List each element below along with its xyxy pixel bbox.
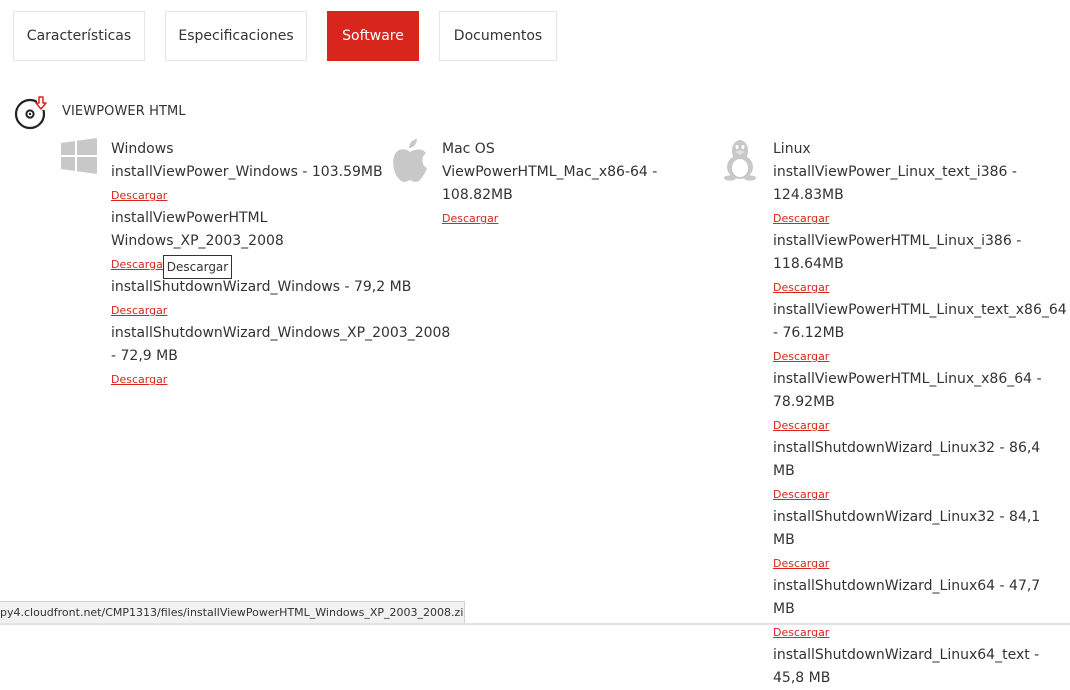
file-name: installViewPowerHTML Windows_XP_2003_200…: [111, 210, 284, 249]
download-link[interactable]: Descargar: [773, 414, 1053, 437]
download-link[interactable]: Descargar: [773, 276, 1053, 299]
download-link[interactable]: Descargar: [773, 207, 1053, 230]
section-title: VIEWPOWER HTML: [62, 104, 186, 119]
tab-software[interactable]: Software: [327, 11, 419, 61]
tooltip: Descargar: [163, 255, 232, 279]
download-link[interactable]: Descargar: [111, 299, 436, 322]
file-name: ViewPowerHTML_Mac_x86-64 - 108.82MB: [442, 164, 658, 203]
download-disc-icon: [14, 96, 47, 130]
linux-downloads: Linux installViewPower_Linux_text_i386 -…: [773, 138, 1067, 690]
download-link[interactable]: Descargar: [442, 207, 667, 230]
windows-downloads: Windows installViewPower_Windows - 103.5…: [111, 138, 451, 391]
os-name-macos: Mac OS: [442, 141, 495, 157]
download-link[interactable]: Descargar: [111, 184, 436, 207]
os-name-linux: Linux: [773, 141, 811, 157]
macos-downloads: Mac OS ViewPowerHTML_Mac_x86-64 - 108.82…: [442, 138, 667, 230]
download-link[interactable]: Descargar: [773, 345, 1053, 368]
tab-especificaciones[interactable]: Especificaciones: [165, 11, 307, 61]
tab-documentos[interactable]: Documentos: [439, 11, 557, 61]
download-link[interactable]: Descargar: [773, 552, 1053, 575]
file-name: installShutdownWizard_Windows - 79,2 MB: [111, 279, 412, 295]
download-link[interactable]: Descargar: [111, 253, 436, 276]
download-link[interactable]: Descargar: [111, 368, 436, 391]
os-name-windows: Windows: [111, 141, 174, 157]
file-name: installViewPower_Linux_text_i386 - 124.8…: [773, 164, 1017, 203]
download-link[interactable]: Descargar: [773, 483, 1053, 506]
file-name: installShutdownWizard_Windows_XP_2003_20…: [111, 325, 451, 364]
file-name: installShutdownWizard_Linux32 - 84,1 MB: [773, 509, 1041, 548]
file-name: installViewPowerHTML_Linux_x86_64 - 78.9…: [773, 371, 1042, 410]
file-name: installShutdownWizard_Linux64_text - 45,…: [773, 647, 1040, 686]
status-bar-url: py4.cloudfront.net/CMP1313/files/install…: [0, 601, 465, 624]
file-name: installViewPowerHTML_Linux_i386 - 118.64…: [773, 233, 1022, 272]
file-name: installViewPowerHTML_Linux_text_x86_64 -…: [773, 302, 1067, 341]
linux-tux-icon: [724, 140, 756, 181]
windows-logo-icon: [61, 138, 97, 174]
file-name: installShutdownWizard_Linux64 - 47,7 MB: [773, 578, 1041, 617]
tab-caracteristicas[interactable]: Características: [13, 11, 145, 61]
file-name: installShutdownWizard_Linux32 - 86,4 MB: [773, 440, 1041, 479]
file-name: installViewPower_Windows - 103.59MB: [111, 164, 383, 180]
